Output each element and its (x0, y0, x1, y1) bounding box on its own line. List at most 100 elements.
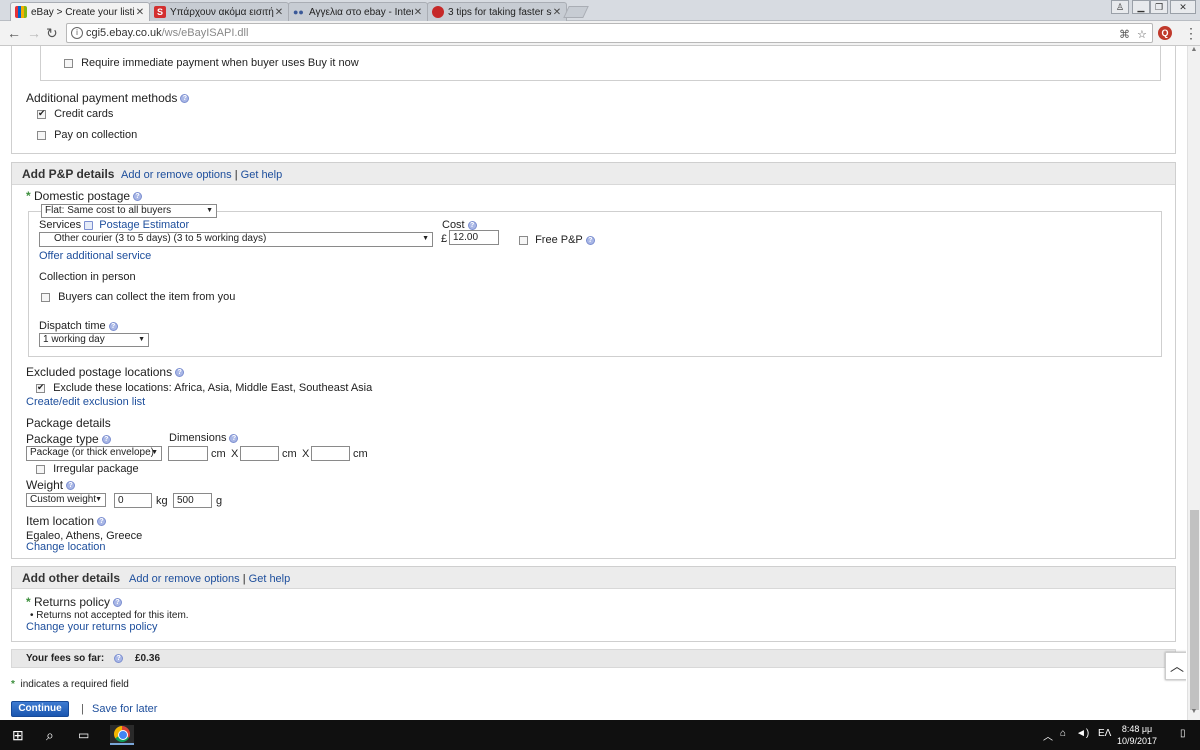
scroll-up-arrow-icon[interactable]: ▲ (1188, 46, 1200, 58)
task-view-icon[interactable]: ▭ (78, 726, 89, 744)
red-circle-favicon-icon (432, 6, 444, 18)
other-get-help-link[interactable]: Get help (249, 573, 291, 585)
credit-cards-row: Credit cards (37, 108, 113, 120)
close-tab-icon[interactable]: ✕ (552, 7, 562, 18)
tab-tips[interactable]: 3 tips for taking faster sc ✕ (427, 2, 567, 21)
windows-start-icon[interactable]: ⊞ (12, 726, 24, 744)
help-icon[interactable]: ? (66, 481, 76, 491)
weight-type-select[interactable]: Custom weight ▼ (26, 493, 106, 507)
exclude-row: Exclude these locations: Africa, Asia, M… (36, 382, 372, 394)
scroll-to-top-button[interactable]: ︿ (1165, 652, 1186, 680)
other-details-header: Add other details Add or remove options … (12, 567, 1175, 589)
change-returns-link[interactable]: Change your returns policy (26, 621, 157, 633)
irregular-row: Irregular package (36, 463, 139, 475)
profile-icon[interactable]: ♙ (1111, 0, 1129, 14)
pay-on-collection-checkbox[interactable] (37, 130, 46, 140)
reload-icon[interactable]: ↻ (46, 25, 58, 41)
info-icon[interactable]: i (71, 27, 83, 39)
star-icon[interactable]: ☆ (1137, 28, 1147, 41)
extension-icon[interactable]: Q (1158, 26, 1172, 40)
pp-get-help-link[interactable]: Get help (241, 169, 283, 181)
language-indicator[interactable]: ΕΛ (1098, 728, 1111, 739)
close-tab-icon[interactable]: ✕ (274, 7, 284, 18)
help-icon[interactable]: ? (133, 192, 143, 202)
postage-estimator-link[interactable]: Postage Estimator (99, 219, 189, 231)
help-icon[interactable]: ? (175, 368, 185, 378)
fees-bar: Your fees so far:? £0.36 (11, 649, 1176, 668)
help-icon[interactable]: ? (467, 220, 477, 230)
page-scrollbar[interactable]: ▲ ▼ (1187, 46, 1200, 720)
help-icon[interactable]: ? (101, 435, 111, 445)
other-add-remove-link[interactable]: Add or remove options (129, 573, 240, 585)
translate-icon[interactable]: ⌘ (1119, 28, 1130, 41)
help-icon[interactable]: ? (114, 653, 124, 663)
cost-input[interactable]: 12.00 (449, 230, 499, 245)
volume-icon[interactable]: ◄) (1076, 728, 1089, 739)
cm-unit: cm (353, 448, 368, 460)
services-label: Services (39, 219, 82, 231)
returns-bullet: • Returns not accepted for this item. (30, 610, 189, 621)
menu-icon[interactable]: ⋮ (1184, 25, 1198, 42)
dimension-height-input[interactable] (311, 446, 350, 461)
free-pp-label: Free P&P (535, 234, 583, 246)
immediate-payment-checkbox[interactable] (64, 58, 73, 68)
notifications-icon[interactable]: ▯ (1180, 728, 1186, 739)
dimension-width-input[interactable] (240, 446, 279, 461)
domestic-type-select[interactable]: Flat: Same cost to all buyers ▼ (41, 204, 217, 218)
currency-symbol: £ (441, 233, 448, 245)
close-tab-icon[interactable]: ✕ (135, 7, 145, 18)
buyers-collect-label: Buyers can collect the item from you (58, 291, 236, 303)
immediate-payment-row: Require immediate payment when buyer use… (64, 57, 359, 69)
free-pp-checkbox[interactable] (519, 235, 528, 245)
credit-cards-label: Credit cards (54, 108, 114, 120)
close-tab-icon[interactable]: ✕ (413, 7, 423, 18)
tab-title: Υπάρχουν ακόμα εισιτή (170, 6, 274, 18)
pp-panel: Add P&P details Add or remove options | … (11, 162, 1176, 559)
network-icon[interactable]: ⌂ (1060, 728, 1066, 739)
tab-tickets[interactable]: S Υπάρχουν ακόμα εισιτή ✕ (149, 2, 289, 21)
dispatch-time-select[interactable]: 1 working day ▼ (39, 333, 149, 347)
help-icon[interactable]: ? (108, 321, 118, 331)
tray-chevron-icon[interactable]: ︿ (1043, 728, 1053, 743)
returns-policy-title: * Returns policy? (26, 595, 123, 609)
back-icon[interactable]: ← (7, 25, 21, 41)
clock[interactable]: 8:48 μμ 10/9/2017 (1117, 723, 1157, 747)
help-icon[interactable]: ? (180, 94, 190, 104)
scrollbar-thumb[interactable] (1190, 510, 1199, 710)
create-edit-exclusion-link[interactable]: Create/edit exclusion list (26, 396, 145, 408)
search-icon[interactable]: ⌕ (46, 726, 54, 744)
minimize-icon[interactable]: ▁ (1132, 0, 1150, 14)
scroll-down-arrow-icon[interactable]: ▼ (1188, 708, 1200, 720)
help-icon[interactable]: ? (97, 517, 107, 527)
continue-button[interactable]: Continue (11, 701, 69, 717)
service-select[interactable]: Other courier (3 to 5 days) (3 to 5 work… (39, 232, 433, 247)
dimension-length-input[interactable] (168, 446, 208, 461)
credit-cards-checkbox[interactable] (37, 108, 46, 119)
offer-additional-service-link[interactable]: Offer additional service (39, 250, 151, 262)
pp-add-remove-link[interactable]: Add or remove options (121, 169, 232, 181)
tab-ebay-listing[interactable]: eBay > Create your listin ✕ (10, 2, 150, 21)
pay-on-collection-row: Pay on collection (37, 129, 137, 141)
dispatch-time-label: Dispatch time? (39, 320, 118, 332)
help-icon[interactable]: ? (585, 235, 595, 245)
package-type-select[interactable]: Package (or thick envelope) ▼ (26, 446, 162, 461)
help-icon[interactable]: ? (229, 433, 239, 443)
new-tab-button[interactable] (563, 6, 589, 18)
close-window-icon[interactable]: ✕ (1170, 0, 1196, 14)
exclude-checkbox[interactable] (36, 382, 45, 393)
tab-ebay-ad[interactable]: ●● Αγγελια στο ebay - Inter ✕ (288, 2, 428, 21)
separator: | (242, 573, 246, 585)
weight-g-input[interactable]: 500 (173, 493, 212, 508)
weight-kg-input[interactable]: 0 (114, 493, 152, 508)
forward-icon[interactable]: → (27, 25, 41, 41)
irregular-checkbox[interactable] (36, 464, 45, 474)
domestic-postage-title: * Domestic postage? (26, 189, 143, 203)
buyers-collect-checkbox[interactable] (41, 292, 50, 302)
address-bar[interactable]: i cgi5.ebay.co.uk/ws/eBayISAPI.dll ⌘ ☆ (66, 23, 1153, 43)
chrome-taskbar-button[interactable] (110, 725, 134, 745)
save-for-later-link[interactable]: Save for later (92, 703, 157, 715)
change-location-link[interactable]: Change location (26, 541, 106, 553)
exclude-label: Exclude these locations: Africa, Asia, M… (53, 382, 373, 394)
restore-icon[interactable]: ❐ (1150, 0, 1168, 14)
help-icon[interactable]: ? (113, 598, 123, 608)
